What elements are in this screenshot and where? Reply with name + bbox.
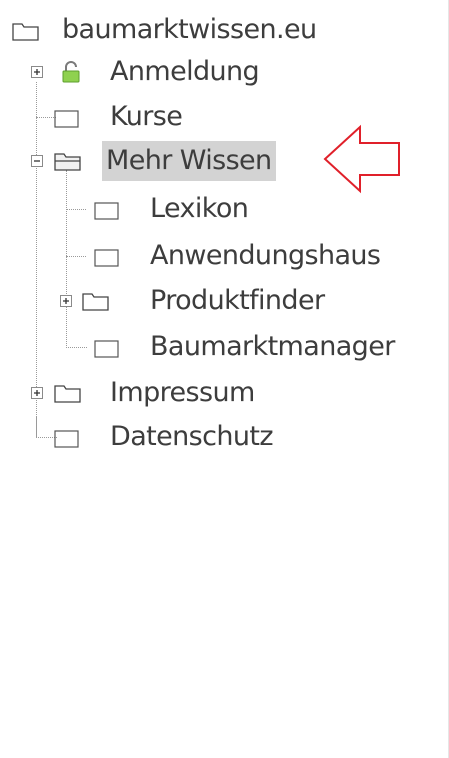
folder-icon [12,23,39,41]
tree-item-label[interactable]: Anmeldung [106,52,263,92]
tree-item-baumarktmanager[interactable]: Baumarktmanager [12,327,399,367]
page-icon [94,202,119,220]
folder-icon [54,385,81,403]
pointer-arrow-icon [323,124,400,194]
tree-item-label[interactable]: Lexikon [146,189,252,229]
tree-item-produktfinder[interactable]: Produktfinder [12,281,328,321]
tree-item-label[interactable]: Produktfinder [146,281,328,321]
tree-item-label[interactable]: Kurse [106,97,186,137]
tree-root[interactable]: baumarktwissen.eu [12,10,321,50]
expand-toggle-icon[interactable] [31,387,43,399]
tree-item-label-selected[interactable]: Mehr Wissen [102,141,276,181]
tree-connector [66,209,86,210]
tree-item-datenschutz[interactable]: Datenschutz [12,417,277,457]
folder-open-icon [54,153,81,171]
tree-connector-end [66,327,87,348]
tree-connector [36,117,56,118]
tree-connector [66,256,86,257]
tree-root-label[interactable]: baumarktwissen.eu [58,10,321,50]
tree-item-anwendungshaus[interactable]: Anwendungshaus [12,236,384,276]
expand-toggle-icon[interactable] [31,66,43,78]
tree-item-mehr-wissen[interactable]: Mehr Wissen [12,141,276,181]
collapse-toggle-icon[interactable] [31,155,43,167]
tree-item-impressum[interactable]: Impressum [12,373,259,413]
folder-icon [82,293,109,311]
tree-item-kurse[interactable]: Kurse [12,97,186,137]
tree-item-label[interactable]: Impressum [106,373,259,413]
lock-icon [62,61,80,83]
tree-item-lexikon[interactable]: Lexikon [12,189,252,229]
page-icon [54,430,79,448]
tree-item-label[interactable]: Baumarktmanager [146,327,399,367]
site-tree-panel: baumarktwissen.eu Anmeldung Kurse Mehr W [0,0,449,758]
page-icon [94,340,119,358]
page-icon [94,249,119,267]
expand-toggle-icon[interactable] [60,295,72,307]
page-icon [54,110,79,128]
tree-item-anmeldung[interactable]: Anmeldung [12,52,263,92]
tree-item-label[interactable]: Datenschutz [106,417,277,457]
tree-item-label[interactable]: Anwendungshaus [146,236,384,276]
